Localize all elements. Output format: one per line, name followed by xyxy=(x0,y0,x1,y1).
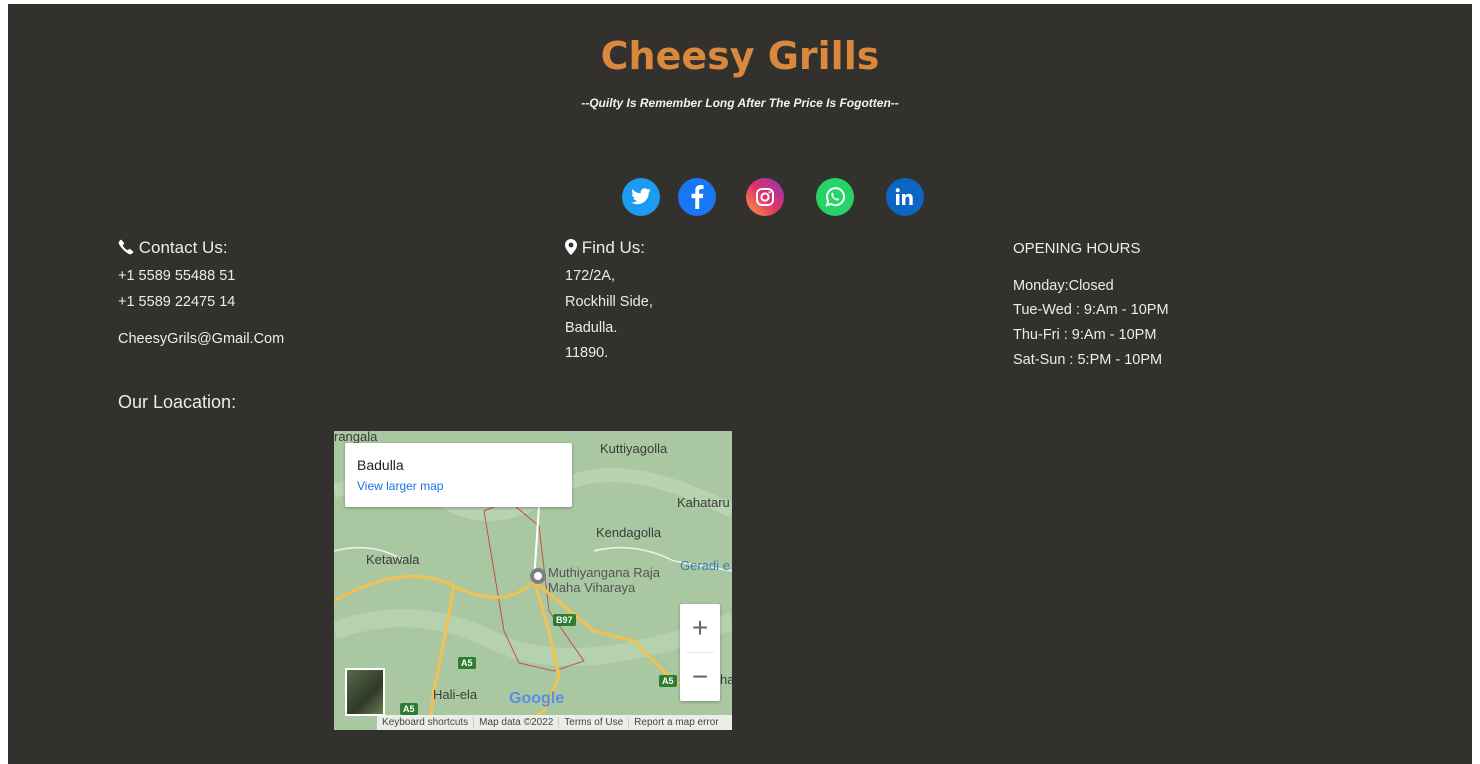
address-line: 172/2A, xyxy=(565,268,615,284)
map-embed[interactable]: rangala Kuttiyagolla Kahataru Kendagolla… xyxy=(334,431,732,730)
map-data-text: Map data ©2022 xyxy=(474,717,560,728)
contact-email[interactable]: CheesyGrils@Gmail.Com xyxy=(118,331,284,347)
map-info-card: Badulla View larger map xyxy=(345,443,572,507)
address-line: 11890. xyxy=(565,345,609,361)
zoom-out-button[interactable]: − xyxy=(680,653,720,701)
facebook-icon[interactable] xyxy=(678,178,716,216)
view-larger-map-link[interactable]: View larger map xyxy=(357,479,443,493)
find-heading-label: Find Us: xyxy=(581,238,646,257)
find-heading: Find Us: xyxy=(565,238,645,258)
contact-heading: Contact Us: xyxy=(118,238,228,258)
hours-row: Thu-Fri : 9:Am - 10PM xyxy=(1013,327,1157,343)
terms-of-use-link[interactable]: Terms of Use xyxy=(559,717,630,728)
map-zoom-control: + − xyxy=(680,604,720,701)
hours-row: Tue-Wed : 9:Am - 10PM xyxy=(1013,302,1169,318)
keyboard-shortcuts-link[interactable]: Keyboard shortcuts xyxy=(377,717,475,728)
google-logo-text: Google xyxy=(509,690,565,707)
hours-heading: OPENING HOURS xyxy=(1013,240,1141,257)
map-place-label: Kahataru xyxy=(677,495,730,510)
twitter-icon[interactable] xyxy=(622,178,660,216)
map-place-label: Maha Viharaya xyxy=(548,580,636,595)
phone-icon xyxy=(118,239,134,255)
road-shield: A5 xyxy=(659,675,677,687)
contact-phone-2: +1 5589 22475 14 xyxy=(118,294,236,310)
map-place-label: Muthiyangana Raja xyxy=(548,565,661,580)
zoom-in-button[interactable]: + xyxy=(680,604,720,652)
map-attribution: Keyboard shortcuts Map data ©2022 Terms … xyxy=(377,715,732,730)
contact-phone-1: +1 5589 55488 51 xyxy=(118,268,236,284)
google-logo: Google xyxy=(509,690,564,708)
map-place-label: Geradi e xyxy=(680,558,730,573)
social-links xyxy=(8,178,1472,218)
linkedin-icon[interactable] xyxy=(886,178,924,216)
address-line: Badulla. xyxy=(565,320,618,336)
brand-title: Cheesy Grills xyxy=(600,34,880,78)
road-shield: A5 xyxy=(400,703,418,715)
report-map-error-link[interactable]: Report a map error xyxy=(629,717,723,728)
brand-tagline: --Quilty Is Remember Long After The Pric… xyxy=(581,96,899,110)
instagram-icon[interactable] xyxy=(746,178,784,216)
map-pin-icon xyxy=(565,239,577,255)
hours-row: Sat-Sun : 5:PM - 10PM xyxy=(1013,352,1163,368)
map-place-label: Hali-ela xyxy=(433,687,478,702)
satellite-toggle[interactable] xyxy=(345,668,385,716)
map-place-label: ha xyxy=(720,672,732,687)
map-place-label: Ketawala xyxy=(366,552,420,567)
map-place-label: Kuttiyagolla xyxy=(600,441,668,456)
footer: Cheesy Grills --Quilty Is Remember Long … xyxy=(8,4,1472,764)
road-shield: A5 xyxy=(458,657,476,669)
map-card-title: Badulla xyxy=(357,457,404,473)
whatsapp-icon[interactable] xyxy=(816,178,854,216)
contact-heading-label: Contact Us: xyxy=(138,238,228,257)
address-line: Rockhill Side, xyxy=(565,294,653,310)
location-heading: Our Loacation: xyxy=(118,392,237,412)
road-shield: B97 xyxy=(553,614,576,626)
hours-row: Monday:Closed xyxy=(1013,278,1114,294)
map-place-label: Kendagolla xyxy=(596,525,662,540)
